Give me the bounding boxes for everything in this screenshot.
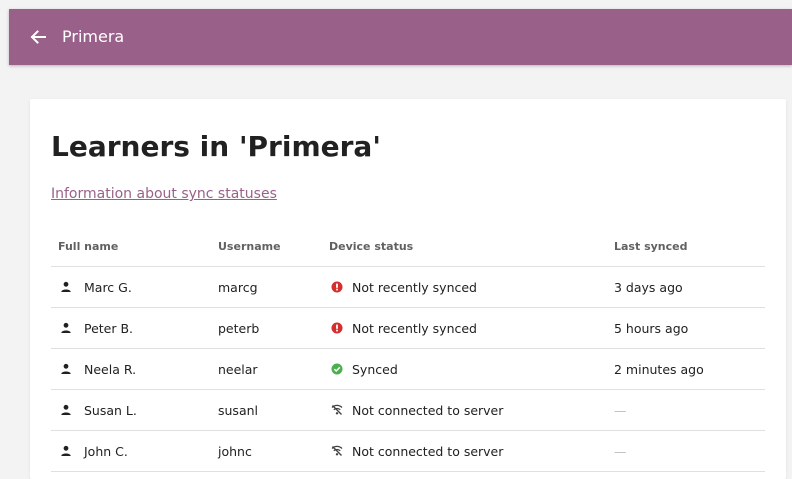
person-icon <box>60 445 72 457</box>
device-status: Not connected to server <box>352 443 504 459</box>
device-status-cell: Not connected to server <box>322 430 607 472</box>
person-icon <box>60 363 72 375</box>
table-row: Susan L. susanl Not connected to server — <box>51 389 765 431</box>
last-synced-cell: 2 minutes ago <box>607 348 765 390</box>
full-name: Peter B. <box>84 320 134 336</box>
full-name-cell: Neela R. <box>51 348 211 390</box>
full-name: Susan L. <box>84 402 137 418</box>
username-cell: susanl <box>211 389 322 431</box>
error-icon <box>331 281 343 293</box>
full-name: Marc G. <box>84 279 132 295</box>
full-name-cell: Peter B. <box>51 307 211 349</box>
error-icon <box>331 322 343 334</box>
last-synced: — <box>614 443 627 459</box>
device-status: Not recently synced <box>352 320 477 336</box>
last-synced: 3 days ago <box>614 279 683 295</box>
app-bar: Primera <box>9 9 792 65</box>
last-synced-cell: 5 hours ago <box>607 307 765 349</box>
username-cell: neelar <box>211 348 322 390</box>
page-title: Learners in 'Primera' <box>51 130 381 163</box>
username-cell: marcg <box>211 266 322 308</box>
last-synced-cell: 3 days ago <box>607 266 765 308</box>
table-row: Neela R. neelar Synced 2 minutes ago <box>51 348 765 390</box>
header-last-synced[interactable]: Last synced <box>607 226 765 267</box>
full-name-cell: Susan L. <box>51 389 211 431</box>
device-status: Not connected to server <box>352 402 504 418</box>
table-row: John C. johnc Not connected to server — <box>51 430 765 472</box>
device-status: Synced <box>352 361 398 377</box>
check-circle-icon <box>331 363 343 375</box>
username-cell: peterb <box>211 307 322 349</box>
device-status-cell: Not recently synced <box>322 307 607 349</box>
no-connection-icon <box>331 404 343 416</box>
no-connection-icon <box>331 445 343 457</box>
learners-card: Learners in 'Primera' Information about … <box>30 99 786 479</box>
last-synced-cell: — <box>607 389 765 431</box>
table-row: Marc G. marcg Not recently synced 3 days ag… <box>51 266 765 308</box>
device-status-cell: Not connected to server <box>322 389 607 431</box>
arrow-left-icon <box>30 30 46 44</box>
back-button[interactable] <box>28 27 48 47</box>
full-name-cell: John C. <box>51 430 211 472</box>
learners-table: Full name Username Device status Last sy… <box>51 226 765 472</box>
person-icon <box>60 322 72 334</box>
sync-status-info-link[interactable]: Information about sync statuses <box>51 186 277 202</box>
full-name: Neela R. <box>84 361 137 377</box>
table-row: Peter B. peterb Not recently synced 5 hours… <box>51 307 765 349</box>
last-synced: 2 minutes ago <box>614 361 704 377</box>
username-cell: johnc <box>211 430 322 472</box>
header-device-status[interactable]: Device status <box>322 226 607 267</box>
header-full-name[interactable]: Full name <box>51 226 211 267</box>
full-name: John C. <box>84 443 128 459</box>
full-name-cell: Marc G. <box>51 266 211 308</box>
device-status: Not recently synced <box>352 279 477 295</box>
device-status-cell: Synced <box>322 348 607 390</box>
person-icon <box>60 281 72 293</box>
app-bar-title: Primera <box>62 27 125 46</box>
last-synced-cell: — <box>607 430 765 472</box>
table-header-row: Full name Username Device status Last sy… <box>51 226 765 267</box>
last-synced: 5 hours ago <box>614 320 689 336</box>
last-synced: — <box>614 402 627 418</box>
person-icon <box>60 404 72 416</box>
header-username[interactable]: Username <box>211 226 322 267</box>
device-status-cell: Not recently synced <box>322 266 607 308</box>
